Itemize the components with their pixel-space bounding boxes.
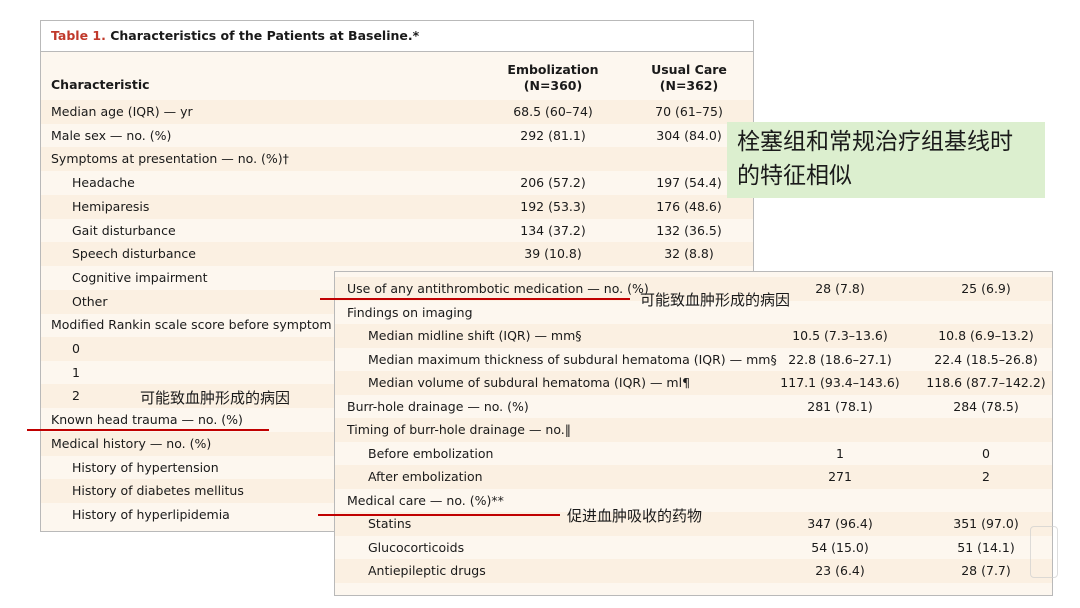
row-label: Headache: [72, 175, 135, 191]
table-row: Median midline shift (IQR) — mm§ 10.5 (7.…: [335, 324, 1052, 348]
row-label: Findings on imaging: [347, 304, 473, 320]
table-row: Timing of burr-hole drainage — no.‖: [335, 418, 1052, 442]
embolization-value: 28 (7.8): [815, 281, 865, 296]
row-label: Timing of burr-hole drainage — no.‖: [347, 422, 571, 437]
usual-care-value: 25 (6.9): [961, 281, 1011, 296]
embolization-value: 347 (96.4): [807, 516, 873, 531]
table-row: Median volume of subdural hematoma (IQR)…: [335, 371, 1052, 395]
row-label: Gait disturbance: [72, 222, 176, 238]
table-row: Median age (IQR) — yr 68.5 (60–74) 70 (61–…: [41, 100, 753, 124]
row-label: Male sex — no. (%): [51, 127, 172, 143]
usual-care-value: 70 (61–75): [655, 104, 723, 119]
row-label: Modified Rankin scale score before sympt…: [51, 317, 332, 333]
underline-medical-care: [318, 514, 560, 516]
cause-annotation-2: 可能致血肿形成的病因: [640, 291, 791, 309]
usual-care-value: 0: [982, 445, 990, 461]
row-label: Before embolization: [368, 445, 494, 461]
table-row: Hemiparesis 192 (53.3) 176 (48.6): [41, 194, 753, 219]
row-label: After embolization: [368, 469, 483, 484]
table-row: After embolization 271 2: [335, 465, 1052, 489]
table-row: Before embolization 1 0: [335, 442, 1052, 466]
watermark-icon: [1030, 526, 1058, 578]
usual-care-value: 132 (36.5): [656, 222, 722, 238]
embolization-value: 54 (15.0): [811, 539, 869, 555]
embolization-value: 134 (37.2): [520, 222, 586, 238]
row-label: 1: [72, 364, 80, 380]
col-usual-care-n: (N=362): [659, 78, 719, 93]
row-label: History of hyperlipidemia: [72, 506, 230, 522]
table-row: Symptoms at presentation — no. (%)†: [41, 147, 753, 172]
row-label: Other: [72, 293, 108, 309]
usual-care-value: 32 (8.8): [664, 246, 714, 262]
row-label: History of diabetes mellitus: [72, 483, 244, 499]
table-row: Gait disturbance 134 (37.2) 132 (36.5): [41, 219, 753, 243]
row-label: Median volume of subdural hematoma (IQR)…: [368, 375, 691, 390]
table-row: Glucocorticoids 54 (15.0) 51 (14.1): [335, 536, 1052, 560]
row-label: Median age (IQR) — yr: [51, 104, 193, 119]
usual-care-value: 10.8 (6.9–13.2): [938, 328, 1034, 343]
table-row: Male sex — no. (%) 292 (81.1) 304 (84.0): [41, 124, 753, 148]
table-row: Antiepileptic drugs 23 (6.4) 28 (7.7): [335, 559, 1052, 583]
table-row: Burr-hole drainage — no. (%) 281 (78.1) 28…: [335, 395, 1052, 419]
row-label: History of hypertension: [72, 459, 219, 475]
row-label: Burr-hole drainage — no. (%): [347, 398, 529, 414]
embolization-value: 192 (53.3): [520, 198, 586, 214]
table-row: Median maximum thickness of subdural hem…: [335, 348, 1052, 372]
usual-care-value: 118.6 (87.7–142.2): [926, 375, 1046, 390]
embolization-value: 23 (6.4): [815, 563, 865, 578]
col-header-characteristic: Characteristic: [51, 77, 150, 92]
table-title-bar: Table 1. Characteristics of the Patients…: [41, 21, 753, 52]
embolization-value: 117.1 (93.4–143.6): [780, 375, 900, 390]
row-label: 2: [72, 388, 80, 404]
row-label: Use of any antithrombotic medication — n…: [347, 281, 649, 296]
embolization-value: 22.8 (18.6–27.1): [788, 351, 892, 367]
row-label: Speech disturbance: [72, 246, 196, 262]
cause-annotation-1: 可能致血肿形成的病因: [140, 389, 291, 407]
row-label: Median midline shift (IQR) — mm§: [368, 328, 582, 343]
imaging-care-table: Use of any antithrombotic medication — n…: [334, 271, 1053, 596]
usual-care-value: 284 (78.5): [953, 398, 1019, 414]
col-header-usual-care: Usual Care (N=362): [629, 62, 749, 94]
row-label: Medical care — no. (%)**: [347, 492, 504, 508]
usual-care-value: 2: [982, 469, 990, 484]
embolization-value: 39 (10.8): [524, 246, 582, 262]
summary-note: 栓塞组和常规治疗组基线时的特征相似: [727, 122, 1045, 198]
row-label: 0: [72, 341, 80, 356]
usual-care-value: 22.4 (18.5–26.8): [934, 351, 1038, 367]
embolization-value: 10.5 (7.3–13.6): [792, 328, 888, 343]
embolization-value: 271: [828, 469, 852, 484]
row-label: Known head trauma — no. (%): [51, 412, 243, 428]
col-embolization-label: Embolization: [507, 62, 599, 77]
usual-care-value: 176 (48.6): [656, 198, 722, 214]
table-title-text: Characteristics of the Patients at Basel…: [105, 28, 420, 43]
table-number: Table 1.: [51, 28, 106, 43]
row-label: Glucocorticoids: [368, 539, 465, 555]
col-usual-care-label: Usual Care: [651, 62, 727, 77]
row-label: Medical history — no. (%): [51, 435, 212, 451]
embolization-value: 206 (57.2): [520, 175, 586, 191]
col-header-embolization: Embolization (N=360): [493, 62, 613, 94]
col-embolization-n: (N=360): [523, 78, 583, 93]
table-row: Speech disturbance 39 (10.8) 32 (8.8): [41, 242, 753, 267]
row-label: Statins: [368, 516, 412, 531]
row-label: Symptoms at presentation — no. (%)†: [51, 151, 289, 167]
embolization-value: 68.5 (60–74): [513, 104, 593, 119]
table-title: Table 1. Characteristics of the Patients…: [51, 28, 419, 43]
drug-annotation: 促进血肿吸收的药物: [567, 507, 703, 525]
row-label: Cognitive impairment: [72, 269, 208, 285]
embolization-value: 292 (81.1): [520, 127, 586, 143]
embolization-value: 1: [836, 445, 844, 461]
table-row: Headache 206 (57.2) 197 (54.4): [41, 171, 753, 195]
embolization-value: 281 (78.1): [807, 398, 873, 414]
row-label: Hemiparesis: [72, 198, 150, 214]
row-label: Median maximum thickness of subdural hem…: [368, 351, 777, 367]
row-label: Antiepileptic drugs: [368, 563, 486, 578]
underline-antithrombotic: [320, 298, 630, 300]
underline-known-head-trauma: [27, 429, 269, 431]
